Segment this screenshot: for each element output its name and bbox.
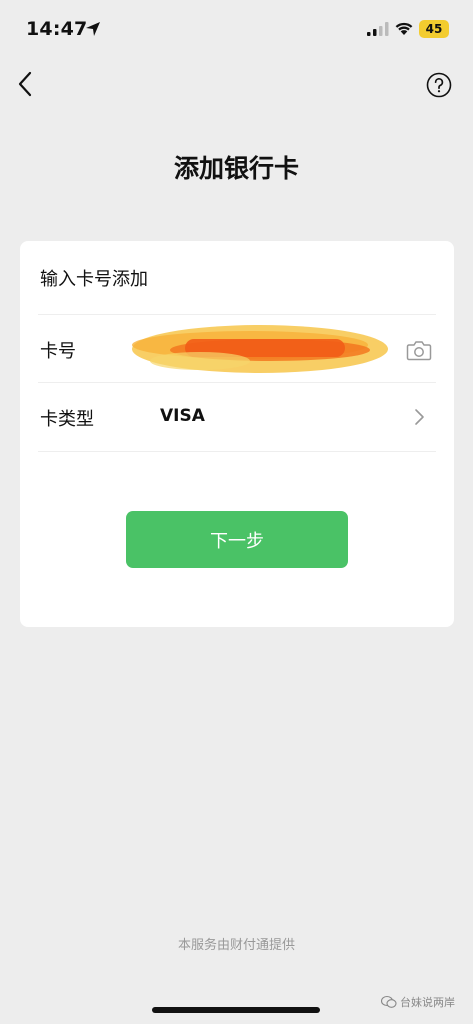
- card-type-label: 卡类型: [40, 409, 94, 430]
- page-title: 添加银行卡: [173, 154, 299, 183]
- watermark-text: 台妹说两岸: [400, 996, 455, 1009]
- card-type-row[interactable]: 卡类型 VISA: [38, 382, 436, 452]
- card-type-value: VISA: [160, 406, 205, 426]
- service-provider-text: 本服务由财付通提供: [177, 938, 295, 953]
- status-time: 14:47: [26, 18, 88, 40]
- card-heading: 输入卡号添加: [40, 269, 148, 290]
- question-circle-icon[interactable]: [426, 72, 452, 98]
- wechat-logo-icon: [381, 995, 397, 1008]
- chevron-left-icon[interactable]: [14, 70, 38, 98]
- watermark: 台妹说两岸: [381, 993, 467, 1013]
- card-number-label: 卡号: [40, 341, 76, 362]
- signal-icon: [367, 22, 389, 36]
- location-arrow-icon: [86, 22, 100, 36]
- next-step-button[interactable]: 下一步: [126, 511, 348, 568]
- add-card-panel: 输入卡号添加 卡号 卡类型 VISA 下一步: [20, 241, 454, 627]
- card-number-row[interactable]: 卡号: [38, 314, 436, 383]
- card-number-redaction: [132, 325, 388, 373]
- wifi-icon: [395, 22, 413, 35]
- battery-badge: 45: [419, 20, 449, 38]
- camera-icon[interactable]: [406, 339, 432, 361]
- status-bar: 14:47 45: [0, 0, 473, 60]
- chevron-right-icon: [415, 409, 424, 425]
- home-indicator: [152, 1007, 320, 1013]
